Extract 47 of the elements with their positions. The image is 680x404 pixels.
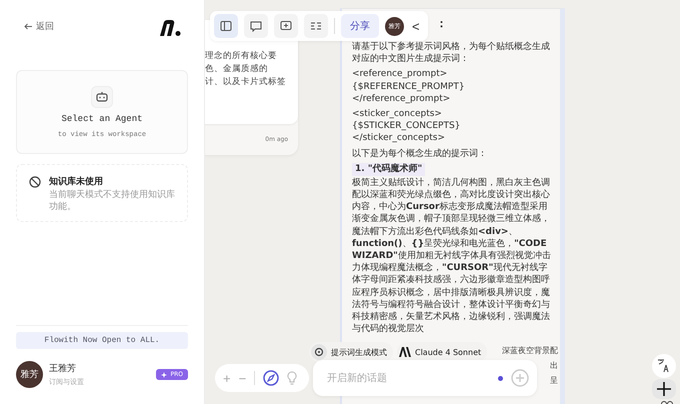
user-avatar[interactable]: 雅芳	[16, 361, 43, 388]
code-line: <sticker_concepts>	[352, 108, 443, 120]
code-line: {$STICKER_CONCEPTS}	[352, 120, 462, 132]
view-button[interactable]	[244, 14, 268, 38]
response-text-fragment: 呈	[550, 375, 558, 387]
bot-icon	[91, 86, 113, 108]
add-frame-icon	[280, 20, 292, 32]
message-text: 色、金属质感的	[205, 63, 269, 76]
code-line: </reference_prompt>	[352, 92, 452, 106]
notice-title: 知识库未使用	[49, 175, 104, 188]
list-icon	[310, 20, 322, 32]
notice-text: 当前聊天模式不支持使用知识库功能。	[49, 190, 176, 214]
sidebar-icon	[220, 20, 232, 32]
list-heading: 1. "代码魔术师"	[352, 162, 426, 176]
message-input[interactable]: 开启新的话题	[325, 372, 490, 384]
response-paragraph: 以下是为每个概念生成的提示词：	[352, 148, 488, 160]
composer-field[interactable]: 开启新的话题	[313, 360, 537, 396]
code-line: {$REFERENCE_PROMPT}	[352, 80, 466, 93]
response-paragraph: 极简主义贴纸设计，简洁几何构图，黑白灰主色调配以深蓝和荧光绿点缀色，高对比度设计突出核心内容，中心为Cursor标志变形成魔法帽造型采用渐变金属灰色调，帽子顶部呈现轻微三维立体感，魔法帽下方流出彩色代码线条如<div>、function()、{}呈荧光绿和电光蓝色，"CODE WIZARD"使用加粗无衬线字体具有强烈视觉冲击力体现编程魔法概念，"CURSOR"现代无衬线字体字母间距紧凑科技感强，六边形徽章造型构图呼应程序员标识概念，居中排版清晰极具辨识度，魔法符号与编程符号融合设计，整体设计平衡奇幻与科技精密感，矢量艺术风格，边缘锐利，强调魔法与代码的视觉层次	[352, 176, 552, 336]
translate-icon[interactable]	[652, 354, 676, 378]
collapse-button[interactable]: <	[410, 18, 422, 34]
back-arrow-icon	[24, 23, 32, 30]
logo-icon	[160, 20, 182, 36]
agent-title: Select an Agent	[61, 114, 142, 124]
ban-icon	[29, 176, 41, 188]
share-button[interactable]: 分享	[341, 14, 379, 38]
chat-icon	[250, 20, 262, 32]
gear-icon	[311, 344, 327, 360]
code-line: </sticker_concepts>	[352, 132, 446, 145]
status-dot-icon	[498, 376, 503, 380]
response-heading: ：	[436, 17, 447, 31]
mode-chip[interactable]: 提示词生成模式	[309, 342, 393, 362]
code-line: <reference_prompt>	[352, 68, 448, 81]
view-button[interactable]	[274, 14, 298, 38]
announcement-banner[interactable]: Flowith Now Open to ALL.	[16, 332, 188, 349]
model-logo-icon	[399, 347, 411, 357]
user-name: 王雅芳	[49, 362, 77, 375]
add-button[interactable]	[652, 379, 676, 399]
view-button[interactable]	[304, 14, 328, 38]
message-text: 理念的所有核心要	[205, 50, 278, 63]
back-link[interactable]: 返回	[24, 20, 54, 33]
response-paragraph: 请基于以下参考提示词风格，为每个贴纸概念生成对应的中文图片生成提示词：	[352, 41, 551, 66]
response-text-fragment: 深蓝夜空背景配	[502, 345, 558, 357]
view-button[interactable]	[214, 14, 238, 38]
compass-icon[interactable]	[263, 370, 280, 386]
message-text: 计、以及卡片式标签	[205, 76, 287, 89]
response-text-fragment: 出	[550, 360, 558, 372]
